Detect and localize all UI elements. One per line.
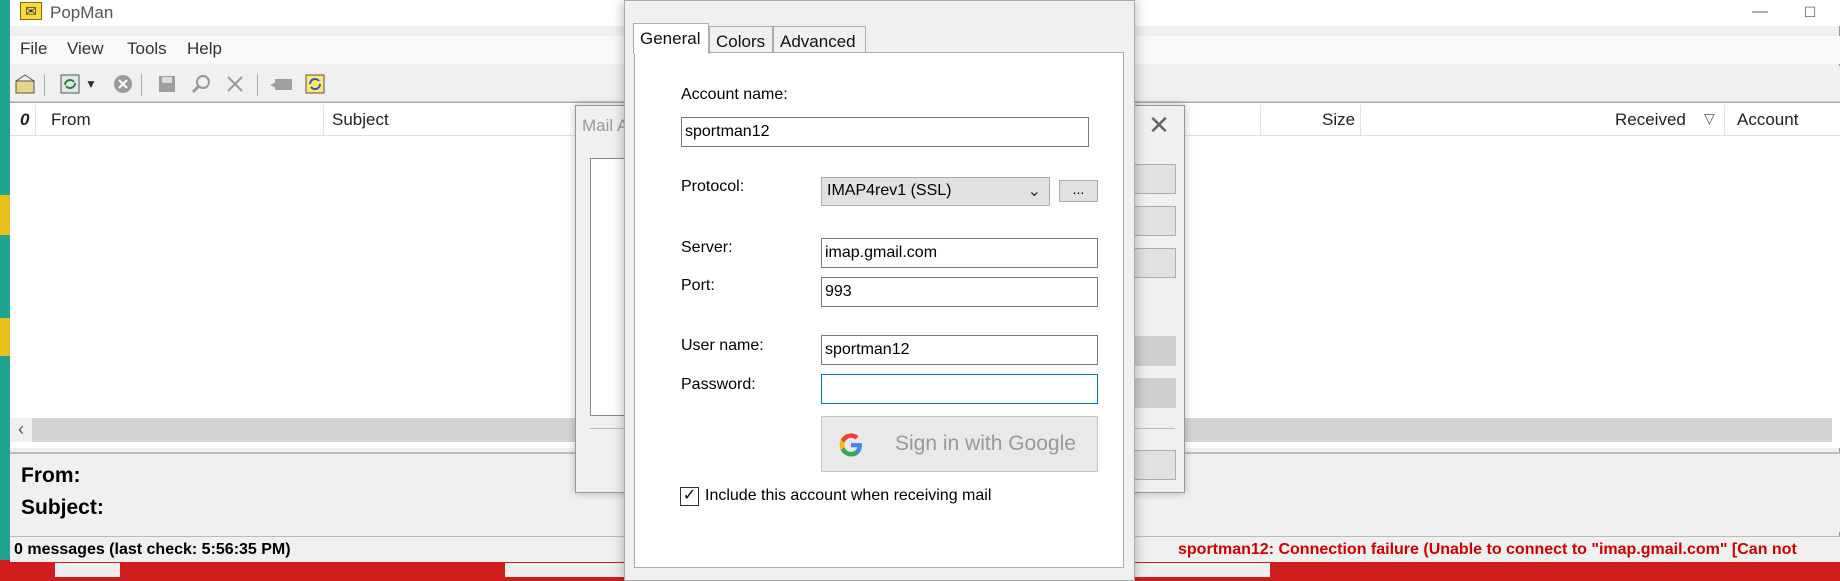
google-g-icon	[839, 433, 862, 457]
protocol-options-button[interactable]: ...	[1059, 180, 1098, 202]
password-field[interactable]	[821, 374, 1098, 404]
general-tab-panel: Account name: Protocol: IMAP4rev1 (SSL) …	[634, 52, 1124, 568]
include-account-label[interactable]: Include this account when receiving mail	[705, 487, 991, 505]
close-icon[interactable]: ✕	[1144, 110, 1174, 140]
subject-column-header[interactable]: Subject	[332, 110, 389, 130]
port-label: Port:	[681, 277, 715, 294]
tab-colors[interactable]: Colors	[709, 26, 773, 53]
taskbar-item[interactable]	[55, 563, 120, 577]
status-message-count: 0 messages (last check: 5:56:35 PM)	[14, 541, 291, 558]
toolbar-separator	[257, 74, 258, 96]
server-label: Server:	[681, 239, 733, 256]
chevron-down-icon: ⌄	[1027, 183, 1041, 200]
tab-general[interactable]: General	[633, 23, 709, 54]
preview-from-label: From:	[21, 464, 81, 487]
received-column-header[interactable]: Received	[1615, 110, 1686, 130]
protocol-select[interactable]: IMAP4rev1 (SSL) ⌄	[821, 177, 1050, 206]
sync-icon[interactable]	[303, 73, 327, 95]
username-label: User name:	[681, 337, 764, 354]
desktop-shortcut-icon[interactable]	[0, 318, 10, 356]
column-separator[interactable]	[1360, 105, 1361, 135]
maximize-button[interactable]: ☐	[1787, 0, 1833, 26]
desktop-background	[0, 0, 10, 581]
account-properties-dialog: General Colors Advanced Account name: Pr…	[624, 0, 1135, 581]
find-icon[interactable]	[189, 73, 213, 95]
mailbox-icon[interactable]	[13, 73, 37, 95]
dropdown-arrow-icon[interactable]: ▼	[83, 73, 99, 95]
account-name-label: Account name:	[681, 86, 788, 103]
stop-icon[interactable]	[111, 73, 135, 95]
toolbar-separator	[44, 74, 45, 96]
account-column-header[interactable]: Account	[1737, 110, 1798, 130]
mail-accounts-title: Mail A	[582, 116, 629, 135]
reply-icon[interactable]	[267, 73, 295, 95]
column-separator[interactable]	[1260, 105, 1261, 135]
column-separator[interactable]	[323, 105, 324, 135]
menu-file[interactable]: File	[20, 39, 47, 59]
size-column-header[interactable]: Size	[1322, 110, 1355, 130]
minimize-button[interactable]: —	[1737, 0, 1783, 26]
server-field[interactable]	[821, 238, 1098, 268]
username-field[interactable]	[821, 335, 1098, 365]
desktop-shortcut-icon[interactable]	[0, 195, 10, 235]
menu-view[interactable]: View	[67, 39, 104, 59]
from-column-header[interactable]: From	[51, 110, 91, 130]
account-name-field[interactable]	[681, 117, 1089, 147]
check-mail-icon[interactable]	[58, 73, 82, 95]
status-error-message: sportman12: Connection failure (Unable t…	[1178, 541, 1797, 558]
app-title: PopMan	[50, 3, 114, 22]
tab-advanced[interactable]: Advanced	[773, 26, 866, 53]
column-separator[interactable]	[35, 105, 36, 135]
menu-tools[interactable]: Tools	[127, 39, 167, 59]
port-field[interactable]	[821, 277, 1098, 307]
toolbar-separator	[141, 74, 142, 96]
envelope-icon: ✉	[20, 2, 42, 20]
delete-icon[interactable]	[223, 73, 247, 95]
tab-strip: General Colors Advanced	[633, 23, 1123, 54]
attachment-column-header[interactable]: 0	[20, 110, 29, 130]
sort-descending-icon: ▽	[1704, 110, 1715, 126]
preview-subject-label: Subject:	[21, 496, 104, 519]
scroll-left-button[interactable]: ‹	[10, 418, 32, 442]
protocol-label: Protocol:	[681, 178, 745, 195]
include-account-checkbox[interactable]: ✓	[680, 487, 699, 506]
menu-help[interactable]: Help	[187, 39, 222, 59]
save-icon[interactable]	[155, 73, 179, 95]
google-signin-label: Sign in with Google	[895, 432, 1076, 455]
google-signin-button[interactable]: Sign in with Google	[821, 416, 1098, 472]
password-label: Password:	[681, 376, 756, 393]
column-separator[interactable]	[1724, 105, 1725, 135]
protocol-selected-value: IMAP4rev1 (SSL)	[827, 182, 952, 199]
